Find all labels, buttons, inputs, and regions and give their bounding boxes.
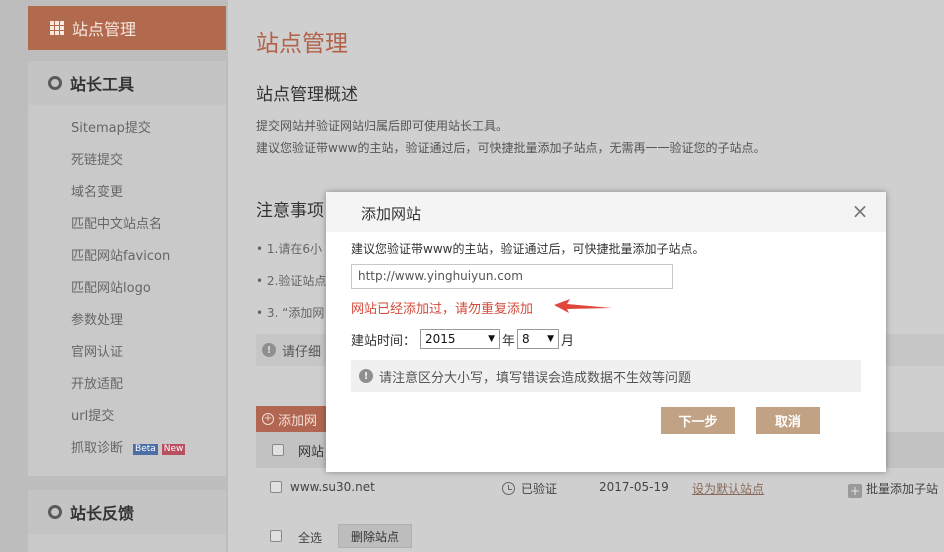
build-date-row: 建站时间： 2015 ▼ 年 8 ▼ 月 [351, 329, 574, 349]
sidebar-item-label: 匹配中文站点名 [71, 217, 163, 232]
notice-text: 1.请在6小 [266, 242, 322, 256]
select-all-checkbox[interactable] [270, 530, 282, 542]
case-warning: ! 请注意区分大小写，填写错误会造成数据不生效等问题 [351, 360, 861, 392]
notice-title: 注意事项 [256, 201, 324, 221]
plus-icon: + [262, 413, 274, 425]
notice-item: • 2.验证站点 [256, 274, 327, 288]
caret-down-icon: ▼ [488, 334, 496, 344]
warning-text: 请仔细 [282, 344, 322, 360]
batch-add-label: 批量添加子站 [866, 482, 939, 496]
new-badge: New [161, 443, 186, 455]
year-select[interactable]: 2015 ▼ [420, 329, 501, 349]
sidebar-item-label: 域名变更 [71, 185, 124, 200]
set-default-link[interactable]: 设为默认站点 [692, 480, 764, 497]
caret-down-icon: ▼ [547, 334, 555, 344]
sidebar-item-label: 匹配网站logo [71, 281, 151, 296]
site-date: 2017-05-19 [599, 480, 669, 494]
gear-icon [48, 505, 62, 519]
status-cell: 已验证 [502, 480, 557, 497]
build-date-label: 建站时间： [351, 333, 417, 349]
add-site-dialog: 添加网站 × 建议您验证带www的主站，验证通过后，可快捷批量添加子站点。 ht… [326, 192, 886, 472]
sidebar-item-url-submit[interactable]: url提交 [28, 401, 226, 433]
clock-icon [502, 482, 515, 495]
status-text: 已验证 [521, 482, 558, 496]
sidebar-item-chinese-name[interactable]: 匹配中文站点名 [28, 209, 226, 241]
row-checkbox[interactable] [270, 481, 282, 493]
exclamation-icon: ! [359, 369, 373, 383]
case-warning-text: 请注意区分大小写，填写错误会造成数据不生效等问题 [379, 370, 692, 386]
sidebar-section-title: 站长反馈 [70, 504, 135, 523]
site-domain: www.su30.net [290, 480, 375, 494]
batch-add-link[interactable]: + 批量添加子站 [848, 480, 938, 498]
cancel-button[interactable]: 取消 [756, 407, 820, 434]
sidebar-item-label: Sitemap提交 [71, 121, 151, 136]
month-unit: 月 [561, 333, 575, 349]
sidebar-section-feedback: 站长反馈 [28, 490, 226, 552]
dialog-header: 添加网站 × [326, 192, 886, 232]
delete-site-label: 删除站点 [350, 529, 399, 544]
red-arrow-annotation [554, 299, 612, 313]
sidebar-section-title: 站长工具 [70, 75, 135, 94]
sidebar-item-label: 匹配网站favicon [71, 249, 171, 264]
month-value: 8 [522, 332, 530, 346]
dialog-hint: 建议您验证带www的主站，验证通过后，可快捷批量添加子站点。 [351, 242, 705, 256]
sidebar-item-params[interactable]: 参数处理 [28, 305, 226, 337]
plus-icon: + [848, 484, 862, 498]
sidebar-section-header[interactable]: 站长反馈 [28, 490, 226, 534]
exclamation-icon: ! [262, 343, 276, 357]
sidebar-item-label: url提交 [71, 409, 115, 424]
notice-text: 2.验证站点 [266, 274, 327, 288]
sidebar: 站点管理 站长工具 Sitemap提交 死链提交 域名变更 匹配中文站点名 匹配… [0, 0, 228, 552]
overview-desc: 建议您验证带www的主站，验证通过后，可快捷批量添加子站点，无需再一一验证您的子… [256, 141, 766, 155]
overview-title: 站点管理概述 [256, 85, 358, 105]
dialog-title: 添加网站 [361, 205, 422, 223]
gear-icon [48, 76, 62, 90]
sidebar-item-label: 参数处理 [71, 313, 124, 328]
sidebar-item-official-cert[interactable]: 官网认证 [28, 337, 226, 369]
grid-icon [50, 21, 64, 35]
column-header-site: 网站 [298, 444, 325, 460]
sidebar-item-crawl-diagnosis[interactable]: 抓取诊断 Beta New [28, 433, 226, 465]
sidebar-item-label: 站点管理 [72, 20, 137, 39]
table-footer: 全选 删除站点 [256, 524, 944, 552]
beta-badge: Beta [133, 443, 158, 455]
table-row: www.su30.net 已验证 2017-05-19 设为默认站点 + 批量添加… [256, 472, 944, 502]
sidebar-section-tools: 站长工具 Sitemap提交 死链提交 域名变更 匹配中文站点名 匹配网站fav… [28, 61, 226, 476]
sidebar-item-label: 死链提交 [71, 153, 124, 168]
delete-site-button[interactable]: 删除站点 [338, 524, 412, 548]
notice-item: • 3. “添加网 [256, 306, 325, 320]
next-button[interactable]: 下一步 [661, 407, 735, 434]
add-site-label: 添加网 [278, 413, 318, 429]
close-icon[interactable]: × [850, 201, 870, 221]
sidebar-item-dead-links[interactable]: 死链提交 [28, 145, 226, 177]
sidebar-item-favicon[interactable]: 匹配网站favicon [28, 241, 226, 273]
sidebar-item-label: 官网认证 [71, 345, 124, 360]
overview-desc: 提交网站并验证网站归属后即可使用站长工具。 [256, 119, 509, 133]
year-value: 2015 [425, 332, 456, 346]
sidebar-item-logo[interactable]: 匹配网站logo [28, 273, 226, 305]
year-unit: 年 [502, 333, 516, 349]
page-title: 站点管理 [256, 31, 348, 57]
notice-item: • 1.请在6小 [256, 242, 322, 256]
select-all-label: 全选 [298, 531, 323, 545]
month-select[interactable]: 8 ▼ [517, 329, 560, 349]
site-url-input[interactable]: http://www.yinghuiyun.com [351, 264, 673, 289]
error-message: 网站已经添加过，请勿重复添加 [351, 302, 534, 317]
sidebar-list: Sitemap提交 死链提交 域名变更 匹配中文站点名 匹配网站favicon … [28, 105, 226, 465]
sidebar-item-label: 抓取诊断 [71, 441, 124, 456]
sidebar-item-sitemap[interactable]: Sitemap提交 [28, 113, 226, 145]
sidebar-item-label: 开放适配 [71, 377, 124, 392]
sidebar-item-domain-change[interactable]: 域名变更 [28, 177, 226, 209]
sidebar-section-header[interactable]: 站长工具 [28, 61, 226, 105]
sidebar-item-site-management[interactable]: 站点管理 [28, 6, 226, 50]
select-all-checkbox-header[interactable] [272, 444, 284, 456]
sidebar-item-open-adapt[interactable]: 开放适配 [28, 369, 226, 401]
notice-text: 3. “添加网 [266, 306, 325, 320]
